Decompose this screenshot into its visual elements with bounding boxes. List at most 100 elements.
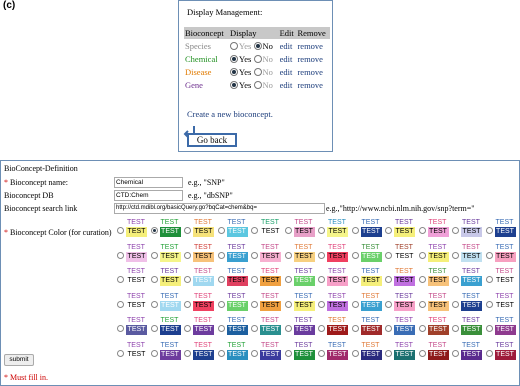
color-option[interactable]: TEST TEST [117, 218, 150, 242]
color-radio[interactable] [150, 325, 158, 332]
color-option[interactable]: TEST TEST [418, 316, 452, 340]
color-radio[interactable] [251, 251, 258, 259]
create-bioconcept-link[interactable]: Create a new bioconcept. [187, 109, 273, 119]
color-radio[interactable] [284, 276, 292, 283]
yes-radio[interactable] [230, 80, 238, 89]
color-option[interactable]: TEST TEST [385, 267, 418, 291]
color-option[interactable]: TEST TEST [318, 267, 351, 291]
no-radio[interactable] [253, 80, 262, 89]
remove-link[interactable]: remove [296, 65, 330, 78]
yes-radio[interactable] [230, 67, 238, 76]
color-radio[interactable] [452, 349, 459, 357]
color-radio[interactable] [485, 251, 493, 259]
color-radio[interactable] [184, 251, 191, 259]
submit-button[interactable]: submit [4, 354, 34, 366]
color-option[interactable]: TEST TEST [452, 341, 485, 365]
color-radio[interactable] [452, 251, 459, 259]
color-radio[interactable] [452, 276, 459, 283]
color-radio[interactable] [117, 349, 124, 357]
color-option[interactable]: TEST TEST [351, 267, 385, 291]
color-radio[interactable] [351, 276, 359, 283]
color-radio[interactable] [385, 349, 392, 357]
color-radio[interactable] [385, 227, 392, 234]
color-option[interactable]: TEST TEST [485, 292, 519, 316]
color-radio[interactable] [385, 325, 392, 332]
color-option[interactable]: TEST TEST [150, 341, 184, 365]
color-option[interactable]: TEST TEST [217, 218, 251, 242]
color-radio[interactable] [251, 227, 258, 234]
color-option[interactable]: TEST TEST [184, 218, 217, 242]
color-option[interactable]: TEST TEST [284, 243, 318, 267]
color-radio[interactable] [284, 300, 292, 308]
color-radio[interactable] [184, 227, 191, 234]
color-option[interactable]: TEST TEST [452, 243, 485, 267]
color-radio[interactable] [217, 349, 225, 357]
color-radio[interactable] [485, 325, 493, 332]
color-radio[interactable] [217, 325, 225, 332]
color-radio[interactable] [351, 325, 359, 332]
color-option[interactable]: TEST TEST [351, 341, 385, 365]
color-radio[interactable] [318, 276, 325, 283]
bioconcept-db-input[interactable]: CTD:Chem [114, 190, 183, 201]
color-option[interactable]: TEST TEST [452, 292, 485, 316]
color-option[interactable]: TEST TEST [452, 316, 485, 340]
color-option[interactable]: TEST TEST [485, 316, 519, 340]
color-option[interactable]: TEST TEST [284, 218, 318, 242]
color-option[interactable]: TEST TEST [385, 243, 418, 267]
color-option[interactable]: TEST TEST [318, 218, 351, 242]
color-radio[interactable] [284, 325, 292, 332]
edit-link[interactable]: edit [279, 39, 297, 52]
color-option[interactable]: TEST TEST [385, 316, 418, 340]
color-radio[interactable] [217, 251, 225, 259]
color-radio[interactable] [318, 349, 325, 357]
no-radio[interactable] [253, 54, 262, 63]
color-option[interactable]: TEST TEST [117, 243, 150, 267]
color-radio[interactable] [485, 300, 493, 308]
go-back-button[interactable]: Go back [187, 133, 237, 147]
color-radio[interactable] [351, 349, 359, 357]
color-option[interactable]: TEST TEST [318, 292, 351, 316]
color-radio[interactable] [351, 300, 359, 308]
color-radio[interactable] [217, 276, 225, 283]
color-option[interactable]: TEST TEST [217, 292, 251, 316]
color-option[interactable]: TEST TEST [284, 316, 318, 340]
no-radio[interactable] [253, 67, 262, 76]
color-option[interactable]: TEST TEST [117, 267, 150, 291]
color-radio[interactable] [351, 251, 359, 259]
color-radio[interactable] [251, 325, 258, 332]
color-radio[interactable] [351, 227, 359, 234]
color-radio[interactable] [385, 300, 392, 308]
color-option[interactable]: TEST TEST [351, 316, 385, 340]
color-radio[interactable] [318, 325, 325, 332]
color-option[interactable]: TEST TEST [318, 316, 351, 340]
color-option[interactable]: TEST TEST [485, 218, 519, 242]
color-option[interactable]: TEST TEST [418, 218, 452, 242]
yes-radio[interactable] [230, 41, 238, 50]
color-radio[interactable] [452, 300, 459, 308]
color-option[interactable]: TEST TEST [117, 341, 150, 365]
color-radio[interactable] [318, 300, 325, 308]
color-option[interactable]: TEST TEST [385, 341, 418, 365]
bioconcept-name-input[interactable]: Chemical [114, 177, 183, 188]
color-radio[interactable] [150, 276, 158, 283]
color-radio[interactable] [318, 227, 325, 234]
color-radio[interactable] [284, 349, 292, 357]
color-radio[interactable] [485, 227, 493, 234]
color-option[interactable]: TEST TEST [184, 316, 217, 340]
color-option[interactable]: TEST TEST [385, 218, 418, 242]
color-option[interactable]: TEST TEST [217, 243, 251, 267]
color-radio[interactable] [150, 251, 158, 259]
color-radio[interactable] [150, 349, 158, 357]
color-radio[interactable] [385, 251, 392, 259]
color-option[interactable]: TEST TEST [351, 218, 385, 242]
color-radio[interactable] [184, 300, 191, 308]
color-radio[interactable] [117, 276, 124, 283]
edit-link[interactable]: edit [279, 78, 297, 91]
color-radio[interactable] [284, 227, 292, 234]
color-radio[interactable] [485, 276, 493, 283]
color-option[interactable]: TEST TEST [452, 218, 485, 242]
color-option[interactable]: TEST TEST [485, 267, 519, 291]
remove-link[interactable]: remove [296, 52, 330, 65]
color-radio[interactable] [418, 251, 426, 259]
color-radio[interactable] [318, 251, 325, 259]
